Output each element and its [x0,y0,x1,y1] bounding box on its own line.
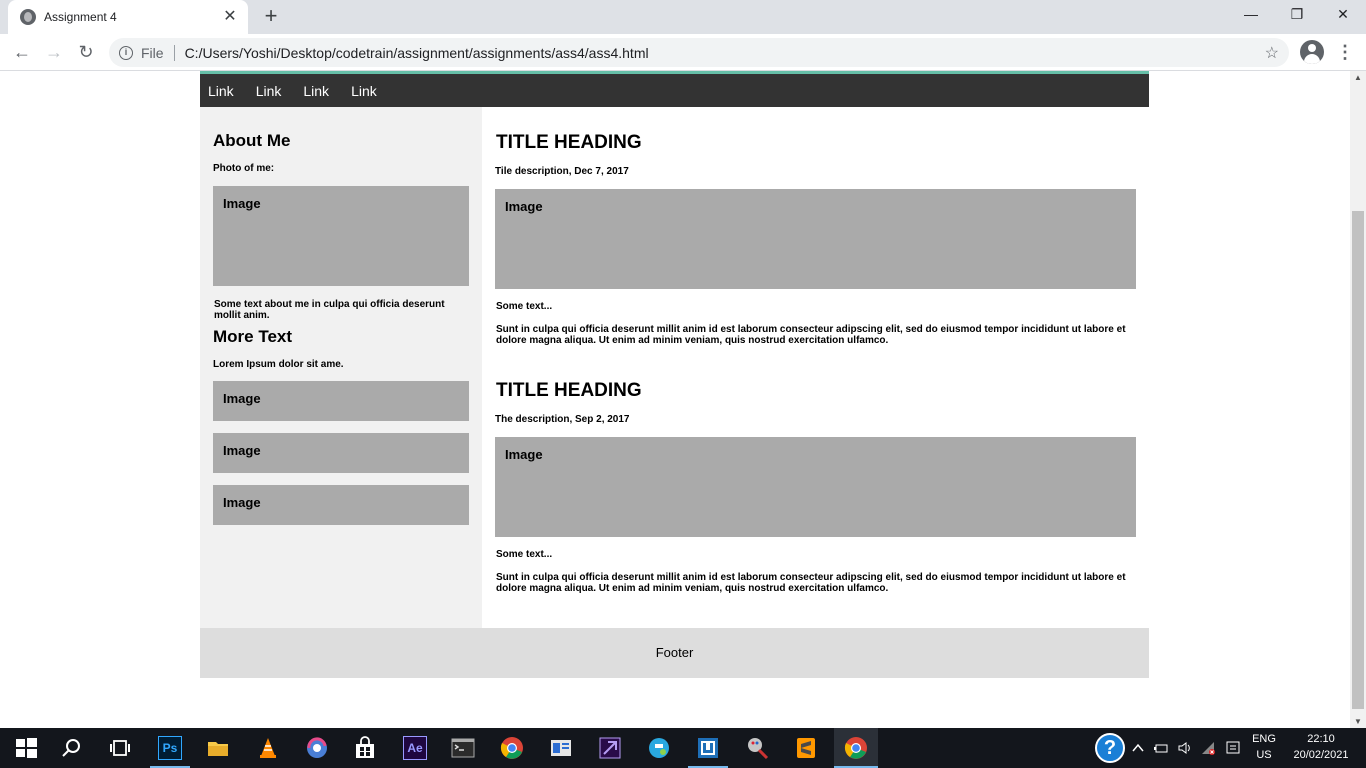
article-image: Image [495,189,1136,289]
restore-button[interactable]: ❐ [1274,0,1320,30]
network-disconnected-icon[interactable] [1200,740,1216,756]
menu-icon[interactable]: ⋮ [1336,40,1354,64]
app-blue-icon[interactable] [549,736,573,760]
vlc-icon[interactable] [256,736,280,760]
info-icon[interactable]: i [119,45,133,60]
top-navbar: Link Link Link Link [200,71,1149,107]
scroll-thumb[interactable] [1352,211,1364,709]
store-icon[interactable] [353,736,377,760]
profile-photo-placeholder: Image [213,186,469,286]
after-effects-icon[interactable]: Ae [403,736,427,760]
article-some-text: Some text... [496,301,553,312]
back-button[interactable]: ← [8,40,36,64]
app-box-icon[interactable] [696,736,720,760]
photo-label: Photo of me: [213,163,275,174]
notification-icon[interactable] [1225,740,1241,756]
page-viewport: Link Link Link Link About Me Photo of me… [0,71,1350,728]
sidebar: About Me Photo of me: Image Some text ab… [200,107,482,628]
volume-icon[interactable] [1177,740,1193,756]
article-image: Image [495,437,1136,537]
clock-date[interactable]: 20/02/2021 [1288,749,1354,761]
windows-start-icon[interactable] [14,736,38,760]
article-title: TITLE HEADING [496,132,642,153]
windows-taskbar: Ps Ae ? ENG US 22:10 20/02/2021 [0,728,1366,768]
app-globe-icon[interactable] [647,736,671,760]
article-description: Tile description, Dec 7, 2017 [495,166,629,177]
nav-link-2[interactable]: Link [256,83,282,99]
reload-button[interactable]: ↻ [72,40,100,64]
content-row: About Me Photo of me: Image Some text ab… [200,107,1149,628]
main-column: TITLE HEADING Tile description, Dec 7, 2… [482,107,1149,628]
sublime-text-icon[interactable] [794,736,818,760]
vertical-scrollbar[interactable]: ▲ ▼ [1350,71,1366,728]
chrome-active-icon[interactable] [844,736,868,760]
region-indicator[interactable]: US [1248,749,1280,761]
minimize-button[interactable]: — [1228,0,1274,30]
globe-icon [20,9,36,25]
about-text: Some text about me in culpa qui officia … [214,299,445,321]
window-close-button[interactable]: ✕ [1320,0,1366,30]
sidebar-image-3: Image [213,485,469,525]
sidebar-image-2: Image [213,433,469,473]
scroll-up-arrow-icon[interactable]: ▲ [1350,73,1366,82]
omnibox-separator [173,44,175,61]
terminal-icon[interactable] [451,736,475,760]
article-title: TITLE HEADING [496,380,642,401]
page-footer: Footer [200,628,1149,678]
photoshop-icon[interactable]: Ps [158,736,182,760]
article-1: TITLE HEADING Tile description, Dec 7, 2… [495,132,1136,346]
scroll-down-arrow-icon[interactable]: ▼ [1350,717,1366,726]
help-icon[interactable]: ? [1095,733,1125,763]
clock-time[interactable]: 22:10 [1288,733,1354,745]
task-view-icon[interactable] [108,736,132,760]
new-tab-button[interactable]: + [259,5,283,29]
article-description: The description, Sep 2, 2017 [495,414,630,425]
nav-link-4[interactable]: Link [351,83,377,99]
tab-strip: Assignment 4 ✕ + — ❐ ✕ [0,0,1366,34]
nav-link-3[interactable]: Link [303,83,329,99]
bookmark-star-icon[interactable]: ☆ [1265,43,1279,63]
url-text[interactable]: C:/Users/Yoshi/Desktop/codetrain/assignm… [185,45,649,61]
language-indicator[interactable]: ENG [1248,733,1280,745]
tray-chevron-up-icon[interactable] [1131,741,1145,755]
file-explorer-icon[interactable] [206,736,230,760]
nav-link-1[interactable]: Link [208,83,234,99]
browser-toolbar: ← → ↻ i File C:/Users/Yoshi/Desktop/code… [0,34,1366,71]
sidebar-image-1: Image [213,381,469,421]
page-container: Link Link Link Link About Me Photo of me… [200,71,1149,678]
premiere-icon[interactable] [598,736,622,760]
more-text-heading: More Text [213,327,293,346]
article-some-text: Some text... [496,549,553,560]
profile-icon[interactable] [1300,40,1324,64]
address-bar[interactable]: i File C:/Users/Yoshi/Desktop/codetrain/… [109,38,1289,67]
browser-swirl-icon[interactable] [305,736,329,760]
article-body: Sunt in culpa qui officia deserunt milli… [496,572,1126,594]
chrome-icon[interactable] [500,736,524,760]
search-icon[interactable] [60,736,84,760]
battery-icon[interactable] [1153,740,1169,756]
about-heading: About Me [213,131,291,150]
article-body: Sunt in culpa qui officia deserunt milli… [496,324,1126,346]
tab-close-icon[interactable]: ✕ [222,9,238,25]
more-text-body: Lorem Ipsum dolor sit ame. [213,359,344,370]
forward-button[interactable]: → [40,40,68,64]
browser-tab[interactable]: Assignment 4 ✕ [8,0,248,34]
tab-title: Assignment 4 [44,10,117,24]
paint-tool-icon[interactable] [745,736,769,760]
file-label: File [141,44,164,61]
article-2: TITLE HEADING The description, Sep 2, 20… [495,380,1136,594]
